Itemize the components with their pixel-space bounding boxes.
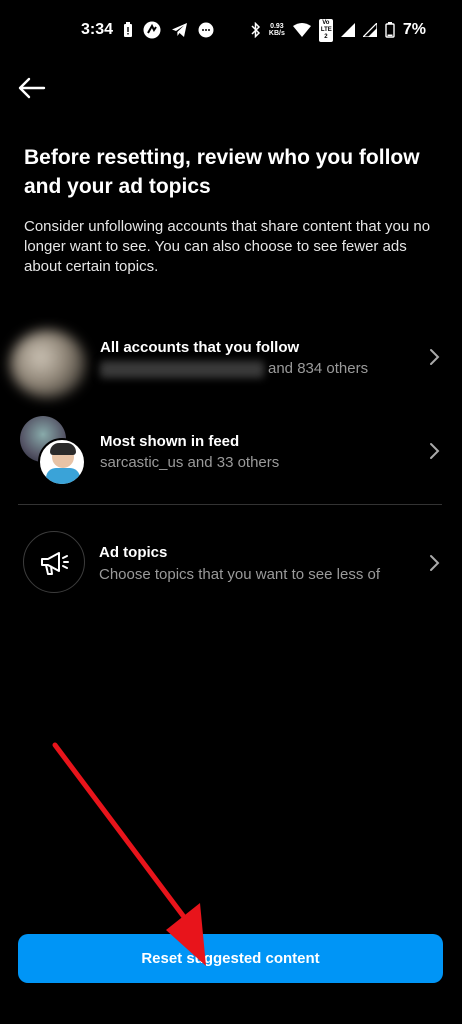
system-icons: 0.93 KB/s Vo LTE 2 7% [251,18,426,42]
reset-suggested-content-button[interactable]: Reset suggested content [18,934,443,983]
volte-badge: Vo LTE 2 [318,18,333,42]
battery-percent: 7% [402,21,426,38]
telegram-icon [172,23,187,37]
avatar [38,438,86,486]
all-accounts-subtitle: and 834 others [268,360,369,377]
avatar-stack [10,330,86,398]
page-description: Consider unfollowing accounts that share… [24,218,431,275]
back-button[interactable] [16,76,50,106]
divider [18,504,442,505]
ad-topics-label: Ad topics [99,544,168,561]
signal-strength-icon-2 [362,23,377,37]
notification-icons [123,21,214,39]
chevron-right-icon [430,349,440,365]
most-shown-subtitle: sarcastic_us and 33 others [100,454,280,471]
bluetooth-icon [251,22,260,38]
wifi-icon [292,23,311,37]
ad-topics-row[interactable]: Ad topics Choose topics that you want to… [0,522,462,602]
megaphone-icon-container [23,531,85,593]
redacted-account-names [100,361,264,378]
status-bar: 3:34 0.93 KB/s Vo LTE 2 7% [0,0,462,60]
all-accounts-label: All accounts that you follow [100,339,300,356]
chevron-right-icon [430,555,440,571]
battery-alert-icon [124,22,132,37]
network-speed: 0.93 KB/s [268,23,285,37]
app-notification-icon [143,21,161,39]
chevron-right-icon [430,443,440,459]
most-shown-row[interactable]: Most shown in feed sarcastic_us and 33 o… [0,412,462,492]
battery-icon [385,22,395,38]
status-time: 3:34 [81,21,114,38]
signal-strength-icon [340,23,355,37]
back-arrow-icon [18,77,46,99]
megaphone-icon [41,552,69,575]
page-title: Before resetting, review who you follow … [24,146,420,198]
ad-topics-subtitle: Choose topics that you want to see less … [99,566,380,583]
all-accounts-row[interactable]: All accounts that you follow and 834 oth… [0,320,462,400]
chat-bubble-icon [198,22,214,38]
most-shown-label: Most shown in feed [100,433,240,450]
